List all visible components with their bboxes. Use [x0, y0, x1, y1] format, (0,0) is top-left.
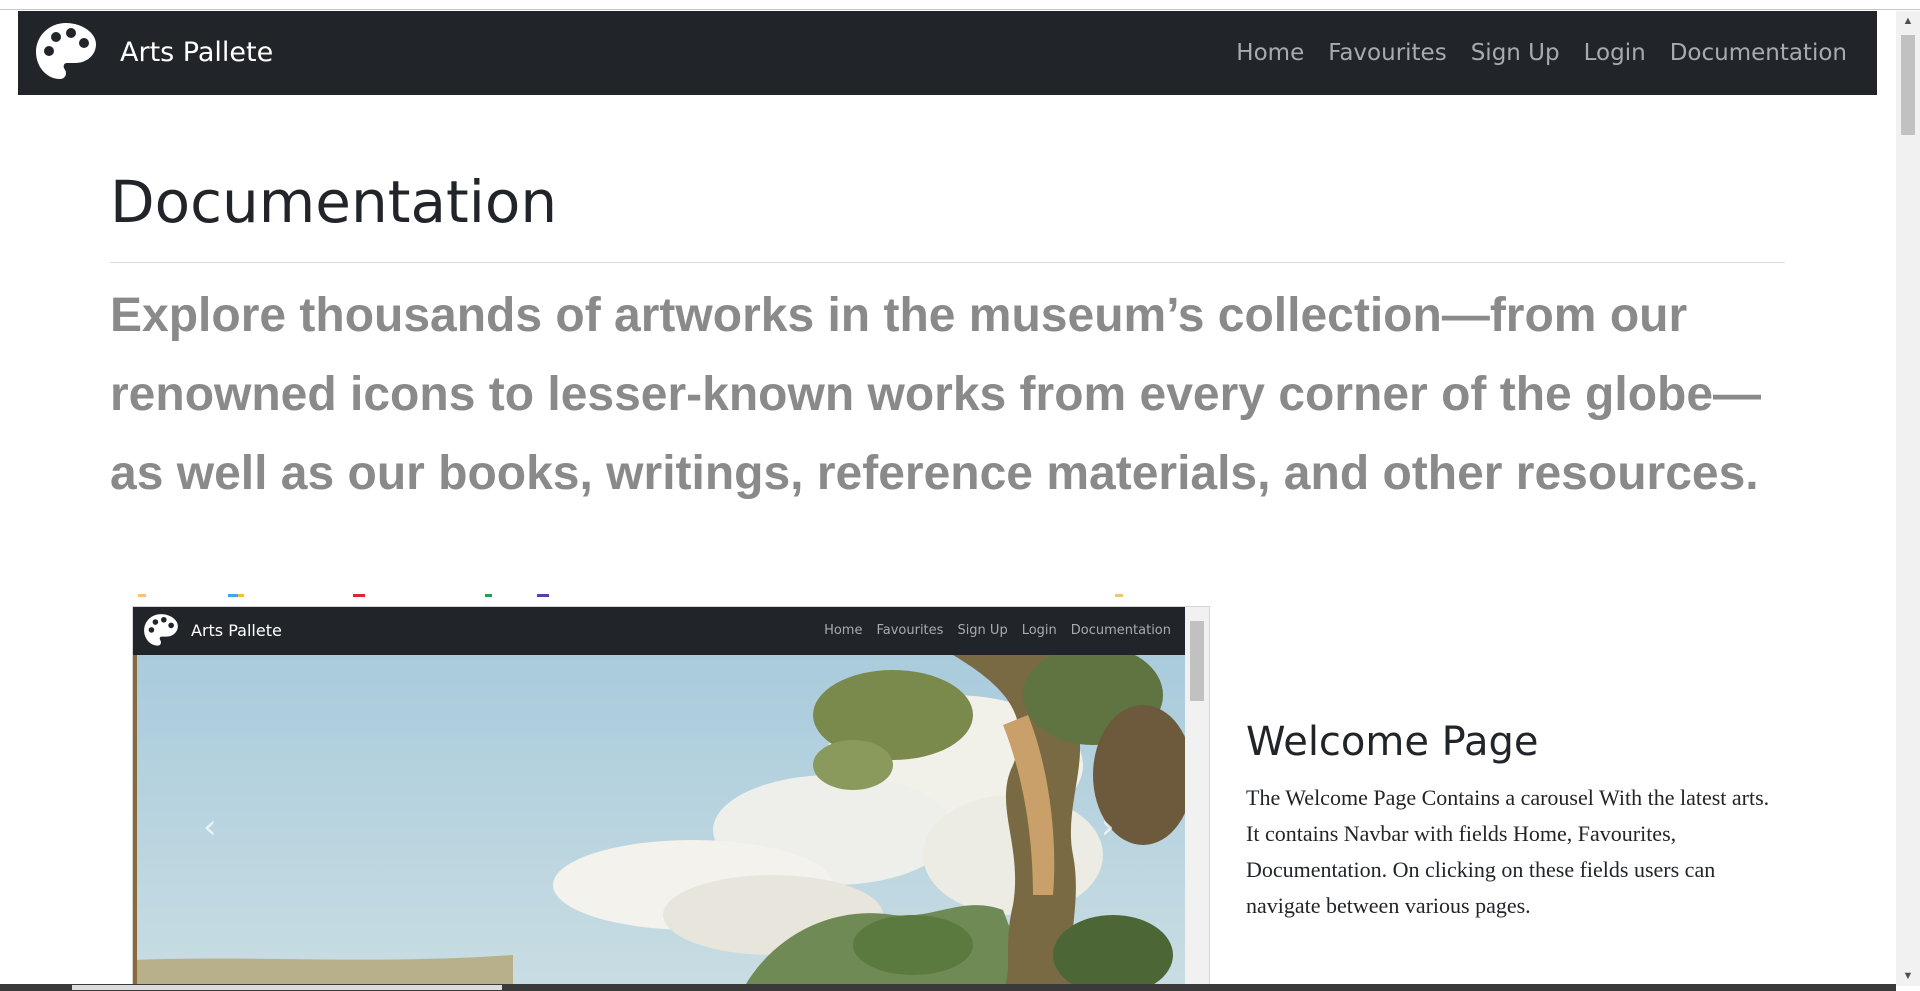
main-navbar: Arts Pallete Home Favourites Sign Up Log…: [18, 11, 1877, 95]
scroll-down-icon[interactable]: ▼: [1896, 966, 1920, 986]
preview-frame: Arts Pallete Home Favourites Sign Up Log…: [132, 606, 1210, 988]
lead-paragraph: Explore thousands of artworks in the mus…: [110, 289, 1762, 500]
preview-nav-favourites: Favourites: [876, 623, 944, 638]
nav-login-link[interactable]: Login: [1584, 37, 1646, 69]
horizontal-scrollbar-thumb[interactable]: [72, 985, 502, 990]
nav-favourites-link[interactable]: Favourites: [1328, 37, 1446, 69]
brand-name[interactable]: Arts Pallete: [120, 37, 273, 69]
welcome-page-heading: Welcome Page: [1246, 719, 1539, 765]
page-scrollbar-thumb[interactable]: [1901, 35, 1915, 135]
preview-nav-home: Home: [824, 623, 863, 638]
palette-icon[interactable]: [34, 21, 98, 85]
page-scrollbar[interactable]: ▲ ▼: [1896, 11, 1920, 986]
nav-signup-link[interactable]: Sign Up: [1471, 37, 1560, 69]
preview-nav-signup: Sign Up: [957, 623, 1008, 638]
carousel-prev-button[interactable]: ‹: [203, 807, 217, 847]
preview-navbar: Arts Pallete Home Favourites Sign Up Log…: [133, 607, 1187, 655]
scroll-up-icon[interactable]: ▲: [1896, 11, 1920, 31]
welcome-page-description: The Welcome Page Contains a carousel Wit…: [1246, 785, 1770, 918]
page-title: Documentation: [110, 168, 558, 236]
preview-brand-name: Arts Pallete: [191, 621, 282, 640]
preview-scrollbar-thumb: [1190, 621, 1204, 701]
carousel-landscape-painting: [133, 655, 1187, 987]
title-divider: [110, 262, 1785, 263]
preview-nav-login: Login: [1021, 623, 1057, 638]
preview-scrollbar: [1185, 607, 1209, 987]
carousel-next-button[interactable]: ›: [1101, 807, 1115, 847]
color-strip: [132, 594, 1210, 597]
welcome-page-screenshot: Arts Pallete Home Favourites Sign Up Log…: [132, 588, 1210, 988]
preview-nav-links: Home Favourites Sign Up Login Documentat…: [824, 623, 1171, 638]
nav-home-link[interactable]: Home: [1236, 37, 1304, 69]
palette-icon: [144, 614, 178, 646]
nav-links: Home Favourites Sign Up Login Documentat…: [1236, 37, 1847, 69]
nav-documentation-link[interactable]: Documentation: [1670, 37, 1847, 69]
preview-nav-documentation: Documentation: [1070, 623, 1171, 638]
browser-top-edge: [0, 0, 1920, 10]
horizontal-scrollbar[interactable]: [0, 984, 1896, 991]
